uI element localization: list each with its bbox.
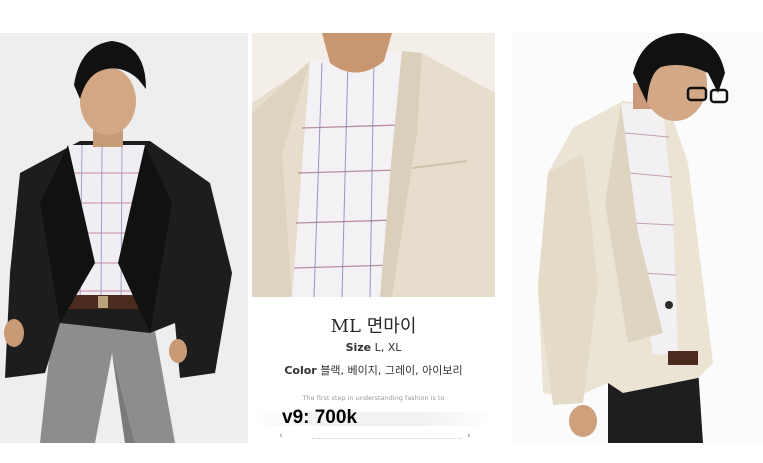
product-name: ML 면마이 [330, 316, 417, 337]
beige-jacket-closeup-illustration [252, 33, 495, 297]
color-line: Color 블랙, 베이지, 그레이, 아이보리 [252, 362, 495, 378]
beige-jacket-side-illustration [513, 33, 763, 443]
size-value: L, XL [374, 341, 402, 354]
divider [312, 438, 462, 443]
size-label: Size [345, 341, 372, 354]
color-value: 블랙, 베이지, 그레이, 아이보리 [320, 364, 463, 377]
tagline-text: The first step in understanding fashion … [302, 394, 445, 402]
price-tag: v9: 700k [282, 407, 358, 428]
product-info-card: ML 면마이 Size L, XL Color 블랙, 베이지, 그레이, 아이… [252, 300, 495, 460]
photo-beige-jacket-closeup [252, 33, 495, 297]
black-jacket-model-illustration [0, 33, 248, 443]
photo-black-jacket-model [0, 33, 248, 443]
color-label: Color [284, 364, 317, 377]
chevron-right-icon[interactable]: › [467, 431, 471, 441]
chevron-left-icon[interactable]: ‹ [279, 431, 283, 441]
size-line: Size L, XL [252, 341, 495, 354]
photo-beige-jacket-side [513, 33, 763, 443]
